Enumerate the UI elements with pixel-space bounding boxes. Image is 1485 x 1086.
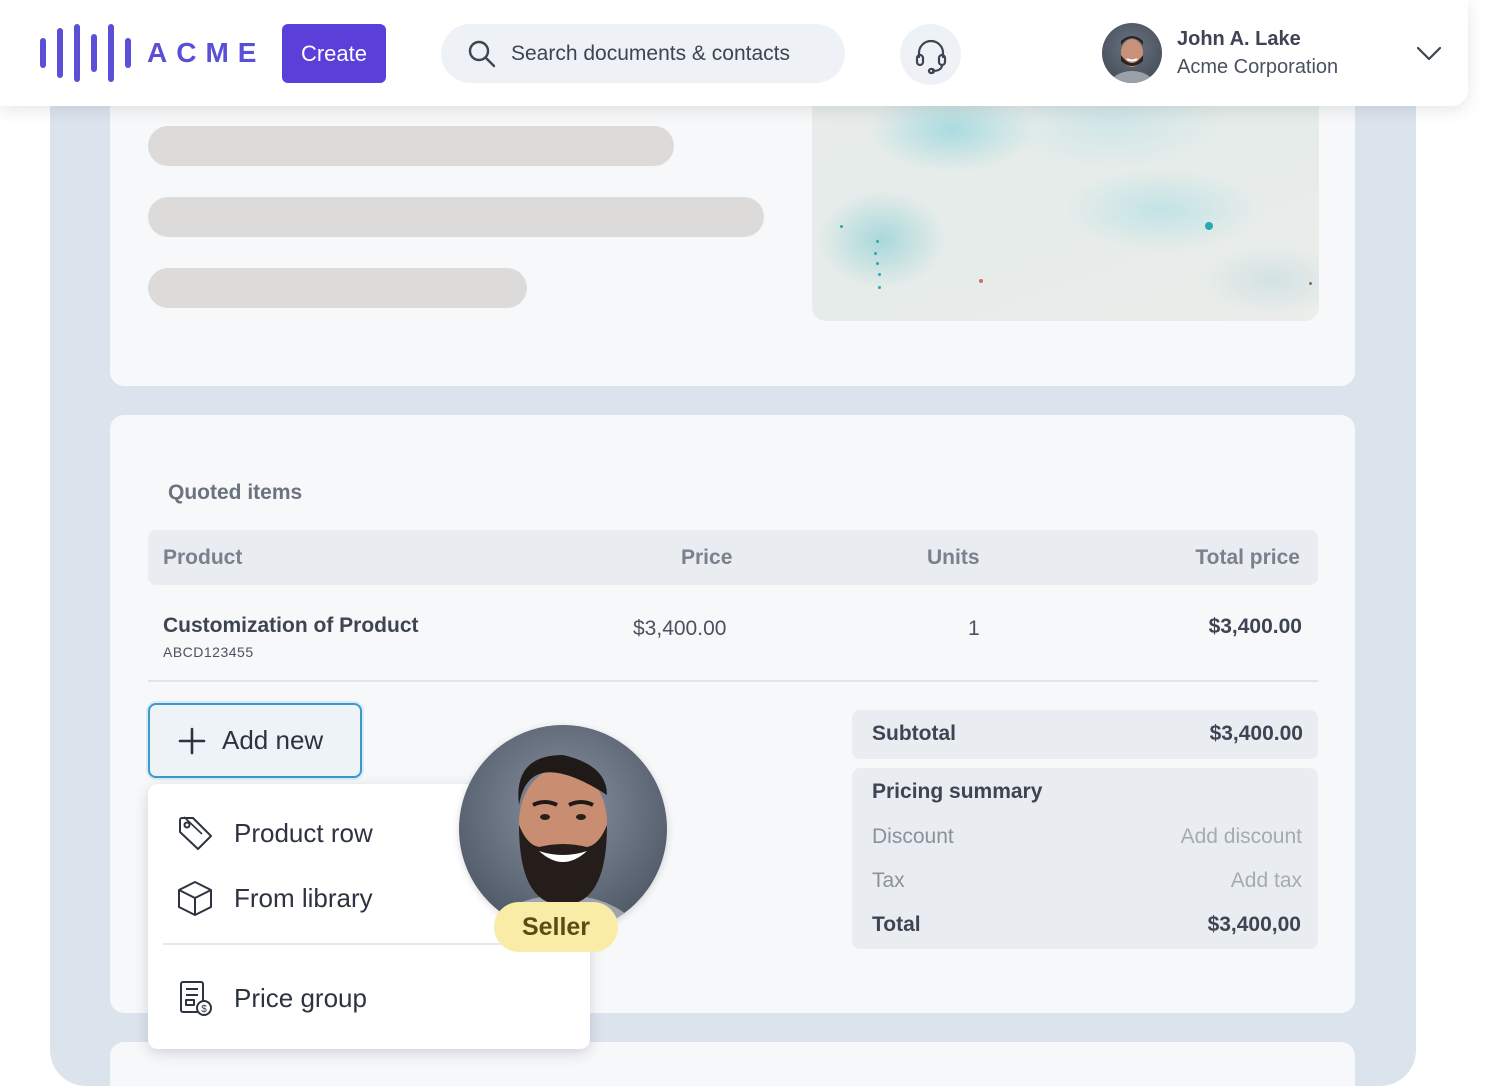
chevron-down-icon[interactable] [1414,42,1444,66]
subtotal-value: $3,400.00 [1209,722,1303,745]
plus-icon [178,727,206,754]
total-label: Total [872,913,921,936]
user-company: Acme Corporation [1177,56,1339,78]
acme-logo[interactable]: ACME [40,24,265,82]
price-group-icon: $ [180,981,212,1016]
column-header-price: Price [681,546,733,569]
headset-icon [915,39,946,74]
pricing-summary: Pricing summary Discount Add discount Ta… [852,768,1318,949]
add-discount-link[interactable]: Add discount [1181,825,1302,849]
search-bar[interactable]: Search documents & contacts [441,24,845,83]
user-avatar[interactable] [1102,23,1162,83]
column-header-total-price: Total price [1195,546,1300,569]
add-new-button[interactable]: Add new [148,703,362,778]
box-icon [178,881,212,916]
logo-text: ACME [147,37,266,68]
subtotal-label: Subtotal [872,722,956,745]
search-icon [468,40,496,67]
add-new-label: Add new [222,725,324,755]
tag-icon [179,816,212,850]
menu-item-from-library[interactable]: From library [176,879,373,917]
column-header-product: Product [163,546,243,569]
svg-text:$: $ [201,1004,207,1015]
menu-item-label: Product row [234,817,373,848]
search-placeholder: Search documents & contacts [511,41,790,65]
placeholder-line [148,268,527,308]
logo-mark [40,24,131,82]
menu-item-label: From library [234,882,373,913]
product-price: $3,400.00 [633,617,727,640]
product-sku: ABCD123455 [163,644,254,660]
menu-item-label: Price group [234,982,367,1013]
support-button[interactable] [900,24,961,85]
create-button[interactable]: Create [282,24,386,83]
placeholder-line [148,197,764,237]
add-tax-link[interactable]: Add tax [1231,869,1302,893]
product-total: $3,400.00 [1208,615,1302,638]
discount-label: Discount [872,825,954,848]
subtotal-row: Subtotal $3,400.00 [852,710,1318,759]
seller-badge: Seller [494,902,618,952]
menu-item-product-row[interactable]: Product row [176,814,373,852]
row-divider [148,680,1318,682]
tax-label: Tax [872,869,905,892]
menu-item-price-group[interactable]: $ Price group [176,979,367,1017]
column-header-units: Units [927,546,980,569]
total-value: $3,400,00 [1207,913,1301,936]
pricing-summary-title: Pricing summary [872,780,1043,803]
section-title: Quoted items [168,481,303,504]
product-units[interactable]: 1 [968,617,980,641]
cover-image [812,90,1319,321]
product-name: Customization of Product [163,614,419,637]
table-header: Product Price Units Total price [148,530,1318,585]
top-bar: ACME Create Search documents & contacts … [0,0,1468,106]
placeholder-line [148,126,674,166]
user-name: John A. Lake [1177,28,1301,50]
